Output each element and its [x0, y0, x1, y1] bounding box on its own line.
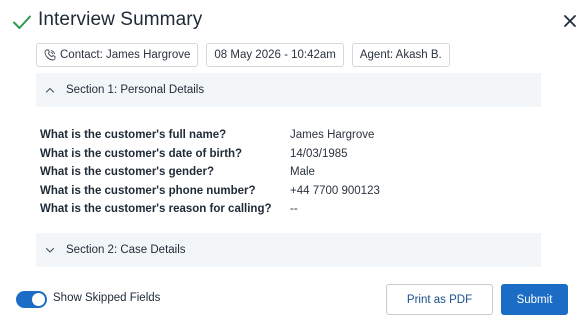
question-label: What is the customer's date of birth?: [40, 147, 243, 160]
info-chips: Contact: James Hargrove 08 May 2026 - 10…: [36, 43, 450, 67]
question-label: What is the customer's gender?: [40, 166, 214, 179]
contact-chip: Contact: James Hargrove: [36, 43, 199, 67]
datetime-chip: 08 May 2026 - 10:42am: [206, 43, 344, 67]
section-case-details-header[interactable]: Section 2: Case Details: [36, 233, 541, 267]
show-skipped-label: Show Skipped Fields: [53, 292, 161, 304]
agent-chip-label: Agent: Akash B.: [359, 49, 442, 61]
answer-value: Male: [290, 166, 315, 179]
chevron-up-icon: [45, 87, 55, 93]
phone-icon: [44, 49, 56, 61]
answer-value: --: [290, 203, 298, 216]
section-title: Section 2: Case Details: [66, 244, 186, 256]
answer-value: +44 7700 900123: [290, 184, 380, 197]
toggle-knob: [32, 293, 45, 306]
chevron-down-icon: [45, 247, 55, 253]
dialog-header: Interview Summary: [12, 8, 578, 36]
close-icon[interactable]: [562, 13, 578, 29]
qa-row: What is the customer's gender? Male: [40, 163, 540, 182]
show-skipped-toggle[interactable]: [16, 291, 47, 308]
qa-row: What is the customer's full name? James …: [40, 126, 540, 145]
print-pdf-button[interactable]: Print as PDF: [386, 284, 493, 315]
qa-row: What is the customer's date of birth? 14…: [40, 145, 540, 164]
question-label: What is the customer's full name?: [40, 129, 227, 142]
datetime-chip-label: 08 May 2026 - 10:42am: [214, 49, 336, 61]
question-label: What is the customer's reason for callin…: [40, 203, 272, 216]
agent-chip: Agent: Akash B.: [351, 43, 450, 67]
section-personal-details-header[interactable]: Section 1: Personal Details: [36, 73, 541, 107]
dialog-footer: Show Skipped Fields Print as PDF Submit: [16, 284, 570, 316]
dialog-title: Interview Summary: [38, 9, 203, 30]
check-icon: [13, 15, 31, 29]
submit-button[interactable]: Submit: [501, 284, 568, 315]
contact-chip-label: Contact: James Hargrove: [60, 49, 191, 61]
qa-row: What is the customer's phone number? +44…: [40, 182, 540, 201]
personal-details-list: What is the customer's full name? James …: [40, 126, 540, 219]
answer-value: 14/03/1985: [290, 147, 348, 160]
answer-value: James Hargrove: [290, 129, 375, 142]
qa-row: What is the customer's reason for callin…: [40, 200, 540, 219]
section-title: Section 1: Personal Details: [66, 84, 205, 96]
question-label: What is the customer's phone number?: [40, 184, 256, 197]
